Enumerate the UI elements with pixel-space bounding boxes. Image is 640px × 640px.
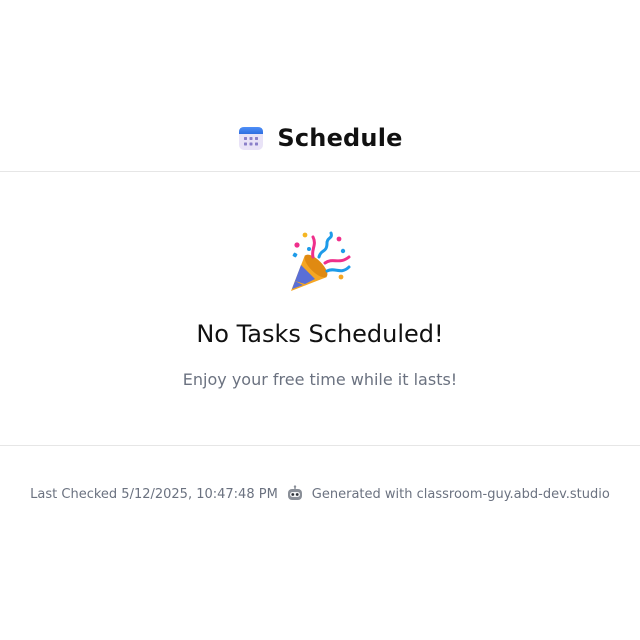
generated-with-text: Generated with classroom-guy.abd-dev.stu… [311, 486, 610, 502]
empty-state-subtitle: Enjoy your free time while it lasts! [182, 370, 458, 389]
schedule-page: Schedule No Tasks Scheduled! Enjoy your … [0, 0, 640, 640]
header-divider [0, 171, 640, 172]
robot-icon [287, 485, 302, 500]
last-checked-text: Last Checked 5/12/2025, 10:47:48 PM [30, 486, 278, 502]
page-title: Schedule [277, 124, 403, 152]
empty-state-title: No Tasks Scheduled! [196, 320, 444, 348]
footer: Last Checked 5/12/2025, 10:47:48 PM Gene… [0, 483, 640, 505]
footer-divider [0, 445, 640, 446]
header: Schedule [0, 118, 640, 158]
party-popper-icon [291, 231, 351, 291]
calendar-icon [239, 127, 264, 150]
